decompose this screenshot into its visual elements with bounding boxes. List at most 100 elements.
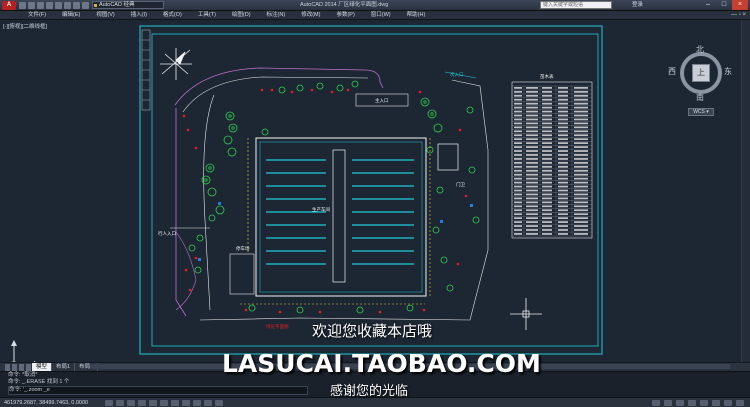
redo-icon[interactable] bbox=[73, 2, 80, 9]
minimize-button[interactable]: – bbox=[700, 0, 716, 10]
3d-object-snap-icon[interactable] bbox=[171, 400, 179, 406]
lineweight-icon[interactable] bbox=[215, 400, 223, 406]
menu-dimension[interactable]: 标注(N) bbox=[259, 11, 294, 19]
maximize-button[interactable]: □ bbox=[716, 0, 732, 10]
table-cell-text bbox=[526, 201, 538, 204]
table-cell-text bbox=[542, 213, 552, 216]
table-cell-text bbox=[526, 150, 538, 152]
table-cell-text bbox=[514, 173, 522, 176]
table-cell-text bbox=[514, 102, 522, 105]
object-snap-icon[interactable] bbox=[160, 400, 168, 406]
compass-west[interactable]: 西 bbox=[668, 66, 676, 77]
search-input[interactable]: 键入关键字或短语 bbox=[540, 1, 612, 9]
table-cell-text bbox=[542, 114, 552, 117]
workspace-dropdown[interactable]: AutoCAD 经典 bbox=[92, 1, 164, 9]
table-cell-text bbox=[514, 118, 522, 121]
drafting-toggles bbox=[105, 400, 223, 406]
menu-modify[interactable]: 修改(M) bbox=[293, 11, 328, 19]
viewcube-top-face[interactable]: 上 bbox=[692, 64, 710, 82]
menu-parametric[interactable]: 参数(P) bbox=[328, 11, 362, 19]
zoom-icon[interactable] bbox=[688, 400, 696, 406]
pan-icon[interactable] bbox=[676, 400, 684, 406]
table-cell-text bbox=[514, 169, 522, 172]
table-cell-text bbox=[514, 150, 522, 152]
polar-tracking-icon[interactable] bbox=[149, 400, 157, 406]
table-cell-text bbox=[574, 98, 588, 101]
table-cell-text bbox=[574, 126, 588, 129]
infer-constraints-icon[interactable] bbox=[105, 400, 113, 406]
compass-east[interactable]: 东 bbox=[724, 66, 732, 77]
workspace-toggle-icon[interactable] bbox=[82, 2, 89, 9]
document-window-controls[interactable]: — ▫ × bbox=[731, 12, 746, 18]
document-title: AutoCAD 2014 厂区绿化平面图.dwg bbox=[300, 2, 389, 8]
menu-edit[interactable]: 编辑(E) bbox=[54, 11, 88, 19]
table-cell-text bbox=[526, 209, 538, 212]
coordinate-readout[interactable]: 461979.2687, 38499.7463, 0.0000 bbox=[4, 399, 88, 407]
viewcube[interactable]: 上 北 南 东 西 bbox=[668, 45, 732, 102]
menu-help[interactable]: 帮助(H) bbox=[399, 11, 434, 19]
menu-view[interactable]: 视图(V) bbox=[88, 11, 122, 19]
vertical-scrollbar[interactable] bbox=[741, 20, 750, 362]
menu-bar: 文件(F) 编辑(E) 视图(V) 插入(I) 格式(O) 工具(T) 绘图(D… bbox=[0, 11, 750, 20]
ortho-mode-icon[interactable] bbox=[138, 400, 146, 406]
object-snap-tracking-icon[interactable] bbox=[182, 400, 190, 406]
table-cell-text bbox=[574, 138, 588, 141]
grid-display-icon[interactable] bbox=[127, 400, 135, 406]
app-menu-button[interactable]: A bbox=[2, 1, 16, 10]
save-as-icon[interactable] bbox=[46, 2, 53, 9]
compass-south[interactable]: 南 bbox=[696, 92, 704, 103]
signin-button[interactable]: 登录 bbox=[632, 1, 643, 10]
close-button[interactable]: × bbox=[732, 0, 748, 10]
annotation-scale-icon[interactable] bbox=[700, 400, 708, 406]
open-file-icon[interactable] bbox=[28, 2, 35, 9]
table-cell-text bbox=[526, 225, 538, 227]
table-cell-text bbox=[526, 130, 538, 133]
lock-icon[interactable] bbox=[724, 400, 732, 406]
table-cell-text bbox=[514, 130, 522, 133]
table-cell-text bbox=[558, 169, 568, 172]
table-cell-text bbox=[574, 122, 588, 125]
print-icon[interactable] bbox=[55, 2, 62, 9]
drawing-canvas[interactable]: [-][俯视][二维线框] 生产车间 主入口 次入口 行人入口 停车场 门卫 绿… bbox=[0, 20, 750, 367]
new-file-icon[interactable] bbox=[19, 2, 26, 9]
menu-insert[interactable]: 插入(I) bbox=[123, 11, 155, 19]
table-cell-text bbox=[574, 94, 588, 97]
table-cell-text bbox=[558, 217, 568, 220]
tab-next-icon[interactable] bbox=[19, 364, 24, 371]
table-cell-text bbox=[558, 185, 568, 188]
table-cell-text bbox=[542, 142, 552, 145]
quick-access-toolbar bbox=[19, 1, 89, 10]
menu-tools[interactable]: 工具(T) bbox=[190, 11, 224, 19]
table-cell-text bbox=[574, 233, 588, 235]
table-cell-text bbox=[558, 189, 568, 192]
menu-format[interactable]: 格式(O) bbox=[155, 11, 190, 19]
table-cell-text bbox=[574, 154, 588, 156]
menu-draw[interactable]: 绘图(D) bbox=[224, 11, 259, 19]
pedestrian-gate-label: 行人入口 bbox=[158, 230, 176, 237]
tab-model[interactable]: 模型 bbox=[32, 363, 53, 371]
tab-last-icon[interactable] bbox=[26, 364, 31, 371]
tab-first-icon[interactable] bbox=[5, 364, 10, 371]
undo-icon[interactable] bbox=[64, 2, 71, 9]
compass-north[interactable]: 北 bbox=[696, 44, 704, 55]
quick-view-layouts-icon[interactable] bbox=[664, 400, 672, 406]
command-input[interactable]: 命令: '_.zoom _e bbox=[8, 386, 308, 395]
table-cell-text bbox=[542, 233, 552, 235]
clean-screen-icon[interactable] bbox=[736, 400, 744, 406]
dynamic-input-icon[interactable] bbox=[204, 400, 212, 406]
dynamic-ucs-icon[interactable] bbox=[193, 400, 201, 406]
table-cell-text bbox=[574, 229, 588, 231]
tab-layout1[interactable]: 布局1 bbox=[52, 363, 76, 371]
table-cell-text bbox=[514, 181, 522, 184]
menu-window[interactable]: 窗口(W) bbox=[363, 11, 399, 19]
save-icon[interactable] bbox=[37, 2, 44, 9]
snap-mode-icon[interactable] bbox=[116, 400, 124, 406]
workspace-switch-icon[interactable] bbox=[712, 400, 720, 406]
tab-prev-icon[interactable] bbox=[12, 364, 17, 371]
menu-file[interactable]: 文件(F) bbox=[20, 11, 54, 19]
table-cell-text bbox=[526, 197, 538, 200]
wcs-menu[interactable]: WCS ▾ bbox=[688, 108, 714, 116]
main-building bbox=[255, 137, 427, 297]
model-space-icon[interactable] bbox=[652, 400, 660, 406]
table-cell-text bbox=[558, 114, 568, 117]
